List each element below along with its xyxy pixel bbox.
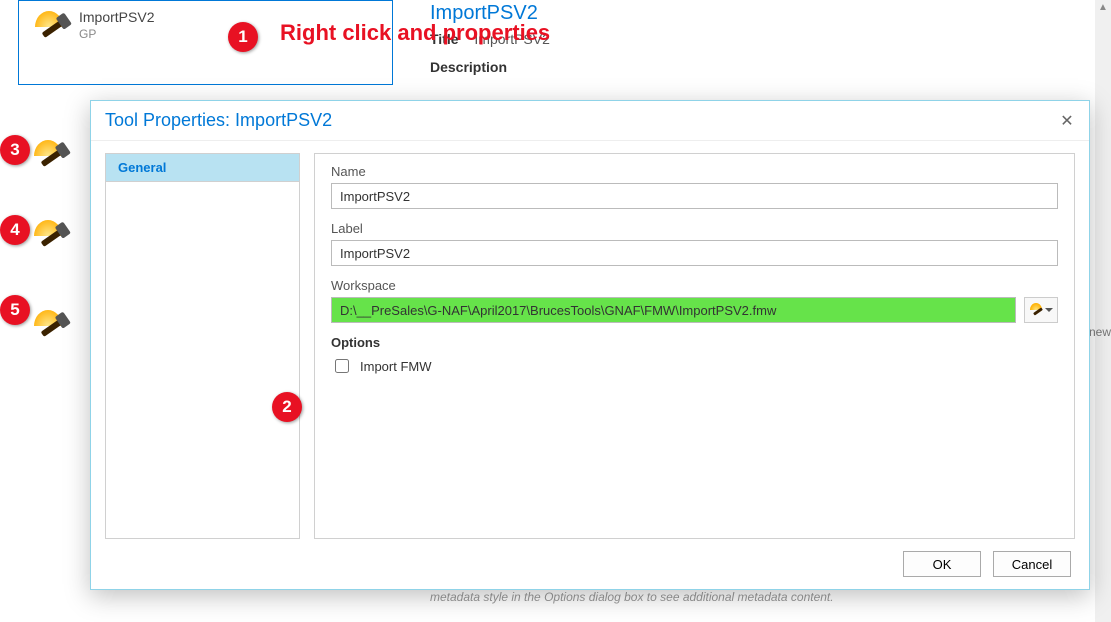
catalog-item-title: ImportPSV2 [79,9,154,25]
import-fmw-row[interactable]: Import FMW [331,356,1058,376]
dialog-title: Tool Properties: ImportPSV2 [105,110,332,131]
import-fmw-label: Import FMW [360,359,432,374]
background-footer-text: metadata style in the Options dialog box… [430,590,834,604]
import-fmw-checkbox[interactable] [335,359,349,373]
label-input[interactable] [331,240,1058,266]
tool-icon [31,9,67,45]
tool-icon [30,138,66,174]
truncated-text: new [1089,325,1111,339]
tool-icon [30,218,66,254]
ok-button[interactable]: OK [903,551,981,577]
tool-icon [30,308,66,344]
badge-5: 5 [0,295,30,325]
dialog-nav-pane: General [105,153,300,539]
dialog-titlebar[interactable]: Tool Properties: ImportPSV2 ✕ [91,101,1089,141]
scroll-up-icon[interactable]: ▲ [1097,2,1109,14]
dialog-footer: OK Cancel [91,539,1089,589]
label-label: Label [331,221,1058,236]
workspace-label: Workspace [331,278,1058,293]
vertical-scrollbar[interactable]: ▲ [1095,0,1111,622]
info-description-label: Description [430,59,1091,75]
workspace-picker-button[interactable] [1024,297,1058,323]
badge-2: 2 [272,392,302,422]
workspace-input[interactable] [331,297,1016,323]
close-button[interactable]: ✕ [1055,109,1079,133]
name-input[interactable] [331,183,1058,209]
badge-4: 4 [0,215,30,245]
tool-icon [1029,303,1043,317]
dialog-form-pane: Name Label Workspace [314,153,1075,539]
catalog-item-subtitle: GP [79,27,154,41]
badge-3: 3 [0,135,30,165]
name-label: Name [331,164,1058,179]
cancel-button[interactable]: Cancel [993,551,1071,577]
nav-item-general[interactable]: General [106,154,299,182]
chevron-down-icon [1045,308,1053,312]
annotation-text: Right click and properties [280,20,550,46]
badge-1: 1 [228,22,258,52]
options-heading: Options [331,335,1058,350]
tool-properties-dialog: Tool Properties: ImportPSV2 ✕ General Na… [90,100,1090,590]
